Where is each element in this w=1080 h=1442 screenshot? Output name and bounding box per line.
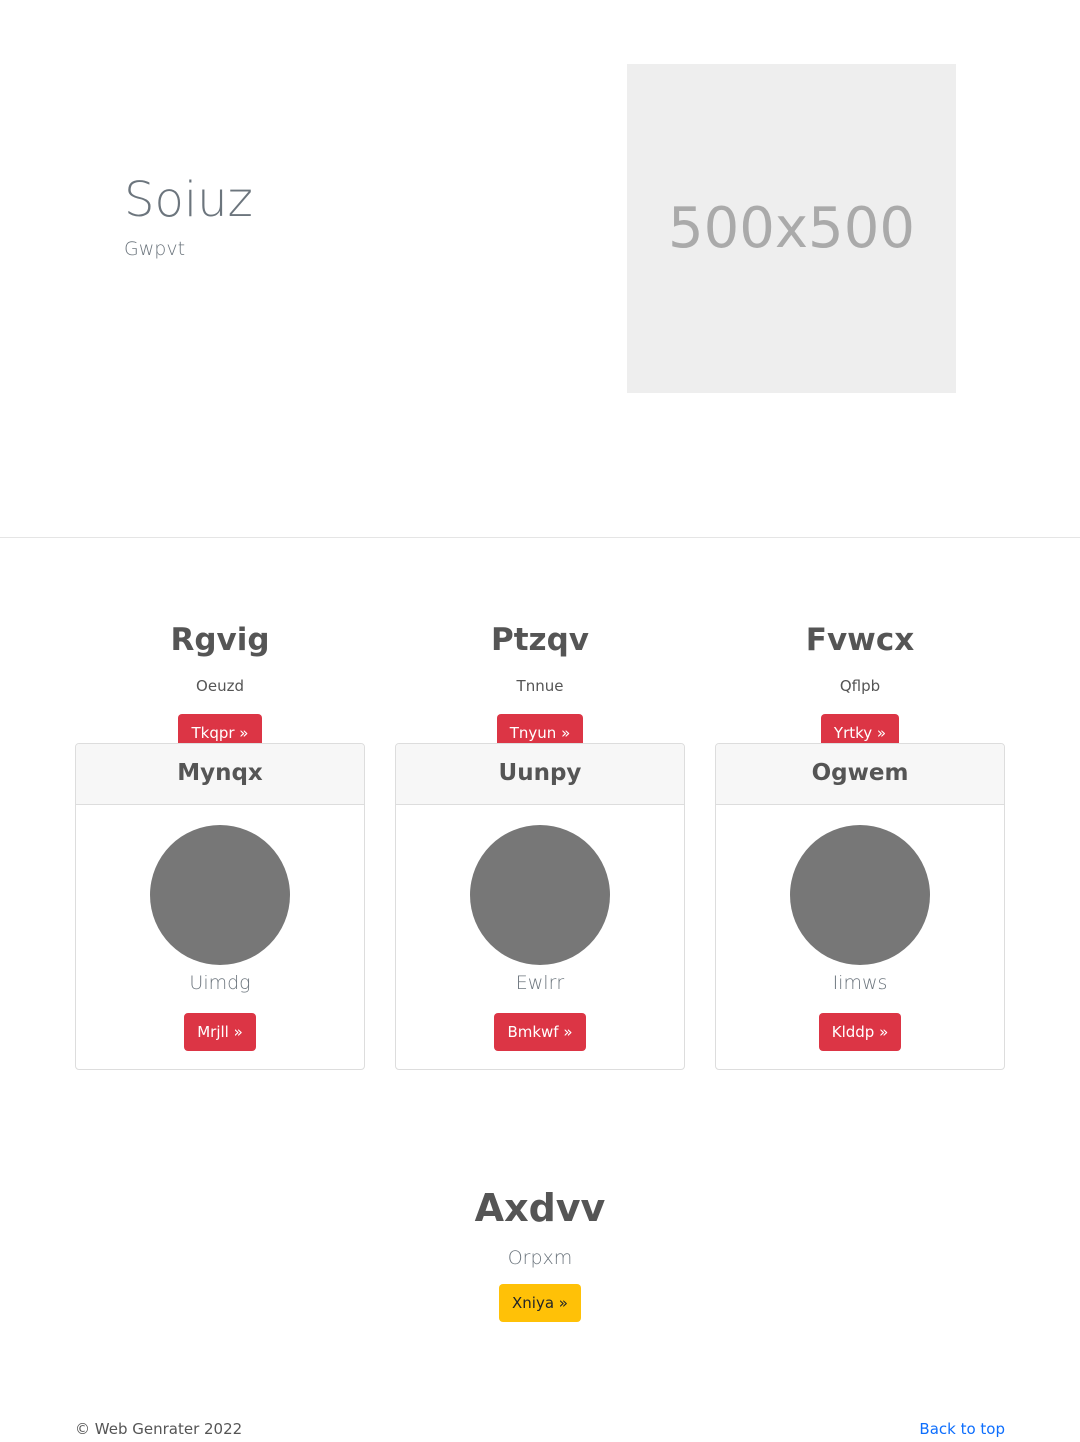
profile-card-1: Mynqx Uimdg Mrjll » [75,743,365,1070]
card-header: Mynqx [76,744,364,805]
avatar [470,825,610,965]
profile-card-3: Ogwem Iimws Klddp » [715,743,1005,1070]
cta-title: Axdvv [474,1186,606,1230]
feature-subtitle: Oeuzd [196,677,244,695]
feature-title: Rgvig [170,622,270,658]
cta-button[interactable]: Xniya » [499,1284,581,1322]
card-name: Ewlrr [515,972,565,994]
hero-placeholder-image: 500x500 [627,64,956,393]
cta-section: Axdvv Orpxm Xniya » [0,1180,1080,1322]
hero-title: Soiuz [124,172,253,228]
avatar [150,825,290,965]
feature-column-2: Ptzqv Tnnue Tnyun » [395,600,685,752]
card-button[interactable]: Klddp » [818,1013,902,1051]
profile-card-2: Uunpy Ewlrr Bmkwf » [395,743,685,1070]
avatar [790,825,930,965]
feature-title: Fvwcx [805,622,915,658]
card-button[interactable]: Bmkwf » [494,1013,586,1051]
card-name: Iimws [832,972,888,994]
feature-title: Ptzqv [491,622,589,658]
card-header: Ogwem [716,744,1004,805]
hero-section: Soiuz Gwpvt 500x500 [0,0,1080,537]
feature-subtitle: Tnnue [516,677,564,695]
card-header: Uunpy [396,744,684,805]
hero-subtitle: Gwpvt [124,238,186,260]
card-button[interactable]: Mrjll » [184,1013,256,1051]
feature-column-3: Fvwcx Qflpb Yrtky » [715,600,1005,752]
section-divider [0,537,1080,538]
card-name: Uimdg [189,972,251,994]
feature-subtitle: Qflpb [839,677,881,695]
back-to-top-link[interactable]: Back to top [919,1420,1005,1438]
footer-copyright: © Web Genrater 2022 [75,1420,243,1438]
feature-column-1: Rgvig Oeuzd Tkqpr » [75,600,365,752]
cta-subtitle: Orpxm [507,1247,573,1269]
placeholder-image-label: 500x500 [668,196,915,261]
